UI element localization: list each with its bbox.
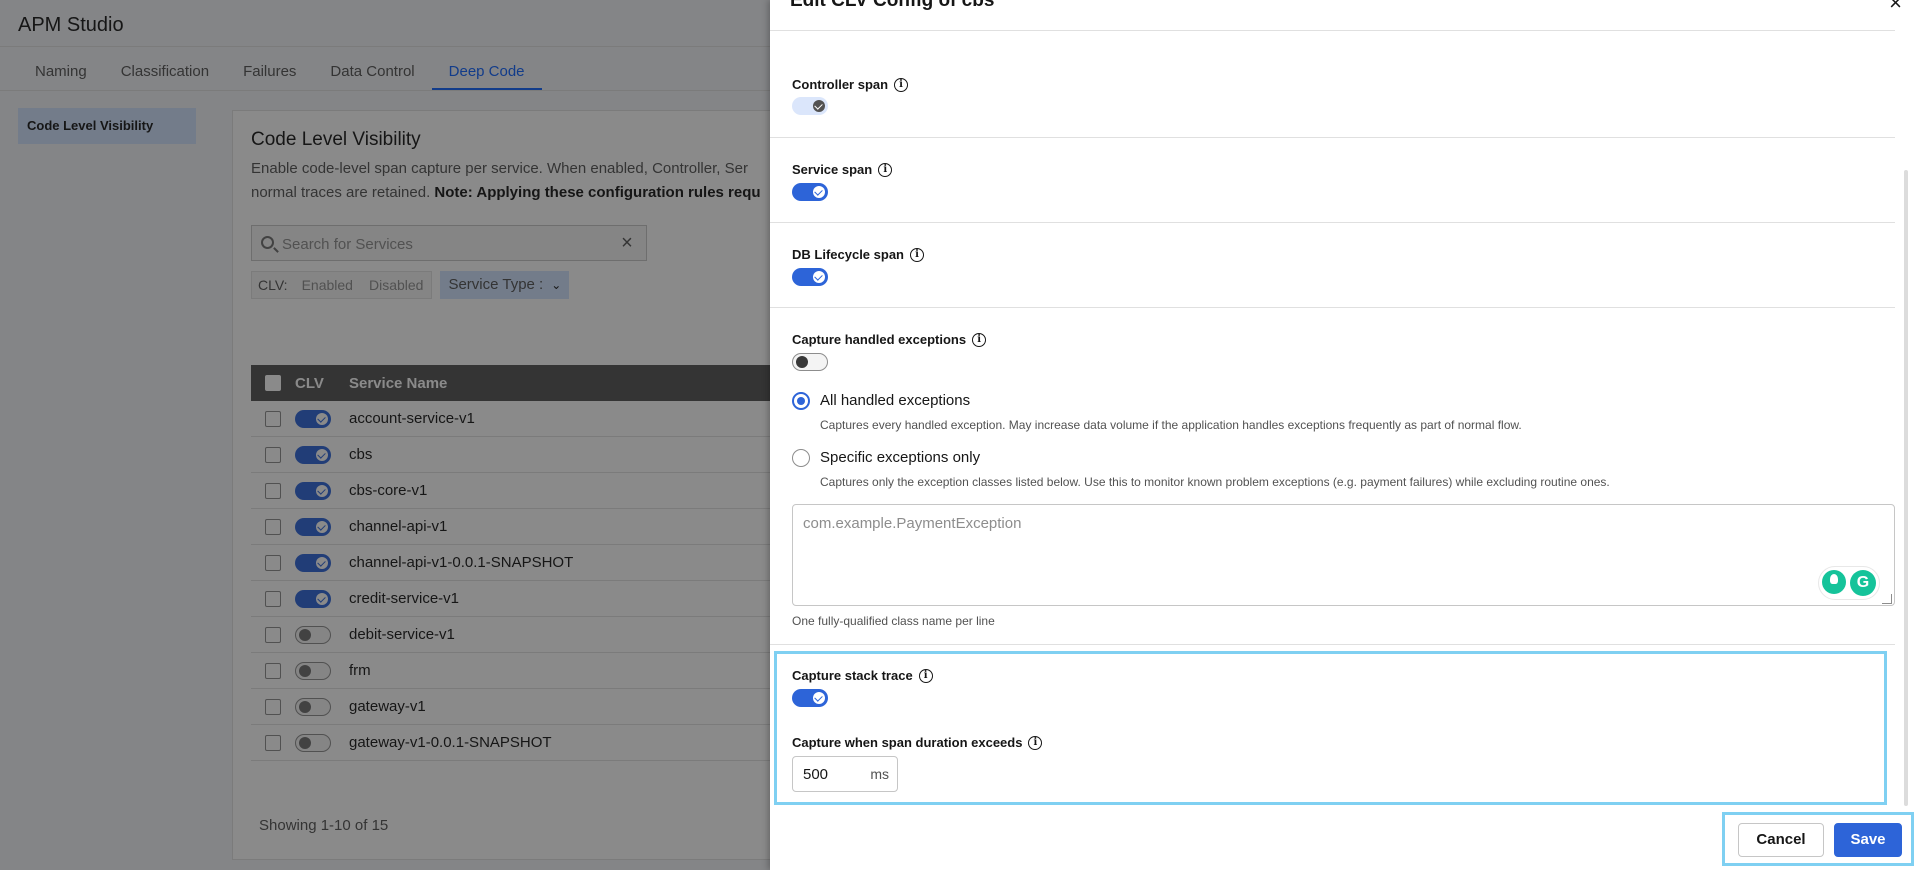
grammarly-suggest-icon[interactable] [1822, 570, 1846, 594]
specific-exceptions-help: Captures only the exception classes list… [820, 475, 1610, 489]
service-span-label: Service span i [792, 162, 893, 177]
resize-handle[interactable] [1882, 594, 1892, 604]
textarea-help: One fully-qualified class name per line [792, 614, 995, 628]
drawer-title: Edit CLV Config of cbs [790, 0, 995, 11]
info-icon[interactable]: i [878, 162, 893, 177]
span-duration-field: ms [792, 756, 898, 792]
checkmark-icon [813, 186, 825, 198]
info-icon[interactable]: i [918, 668, 933, 683]
span-duration-unit: ms [870, 766, 889, 782]
all-handled-radio[interactable] [792, 392, 810, 410]
capture-stack-trace-label: Capture stack trace i [792, 668, 933, 683]
divider [770, 307, 1895, 308]
db-lifecycle-span-label: DB Lifecycle span i [792, 247, 924, 262]
service-span-toggle[interactable] [792, 183, 828, 201]
edit-clv-drawer: Edit CLV Config of cbs × Controller span… [770, 0, 1918, 870]
cancel-button[interactable]: Cancel [1738, 823, 1824, 857]
save-button[interactable]: Save [1834, 823, 1902, 857]
specific-exceptions-radio[interactable] [792, 449, 810, 467]
drawer-scrollbar[interactable] [1904, 170, 1908, 806]
divider [770, 222, 1895, 223]
controller-span-toggle [792, 97, 828, 115]
capture-handled-text: Capture handled exceptions [792, 332, 967, 347]
checkmark-icon [813, 692, 825, 704]
capture-stack-trace-toggle[interactable] [792, 689, 828, 707]
capture-stack-trace-text: Capture stack trace [792, 668, 913, 683]
controller-span-label: Controller span i [792, 77, 909, 92]
info-icon[interactable]: i [972, 332, 987, 347]
service-span-text: Service span [792, 162, 873, 177]
controller-span-text: Controller span [792, 77, 889, 92]
close-icon[interactable]: × [1889, 0, 1902, 16]
info-icon[interactable]: i [1028, 735, 1043, 750]
db-lifecycle-span-text: DB Lifecycle span [792, 247, 904, 262]
title-divider [770, 30, 1895, 31]
info-icon[interactable]: i [894, 77, 909, 92]
exceptions-textarea[interactable] [792, 504, 1895, 606]
span-duration-text: Capture when span duration exceeds [792, 735, 1023, 750]
checkmark-icon [813, 271, 825, 283]
all-handled-label[interactable]: All handled exceptions [820, 392, 970, 409]
grammarly-icon[interactable]: G [1850, 570, 1876, 596]
span-duration-input[interactable] [803, 764, 853, 784]
db-lifecycle-span-toggle[interactable] [792, 268, 828, 286]
capture-handled-label: Capture handled exceptions i [792, 332, 987, 347]
span-duration-label: Capture when span duration exceeds i [792, 735, 1043, 750]
all-handled-help: Captures every handled exception. May in… [820, 418, 1522, 432]
divider [770, 137, 1895, 138]
specific-exceptions-label[interactable]: Specific exceptions only [820, 449, 980, 466]
highlight-box [774, 651, 1887, 805]
info-icon[interactable]: i [910, 247, 924, 262]
capture-handled-toggle[interactable] [792, 353, 828, 371]
divider [770, 644, 1895, 645]
checkmark-icon [813, 100, 825, 112]
